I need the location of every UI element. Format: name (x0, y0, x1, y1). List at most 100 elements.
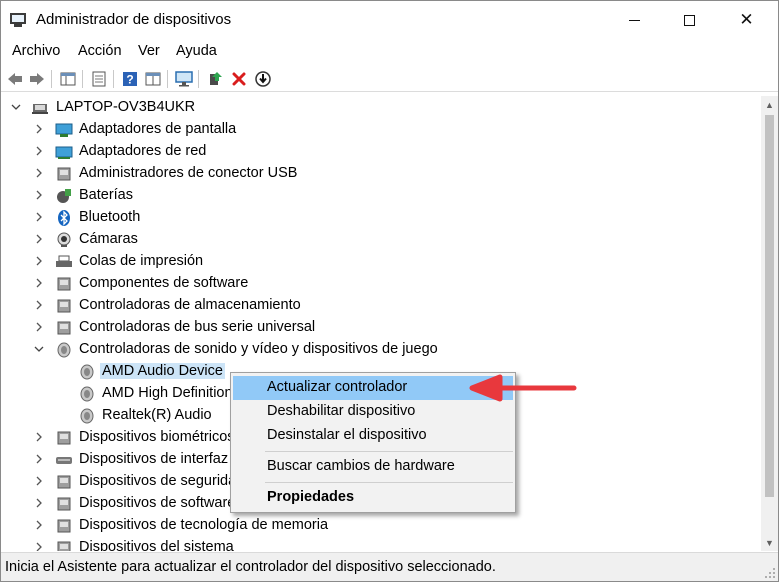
biometric-icon (55, 430, 73, 446)
update-driver-icon (210, 72, 222, 85)
software-component-icon (55, 276, 73, 292)
menu-accion[interactable]: Acción (78, 43, 122, 59)
view-button[interactable] (143, 69, 163, 89)
expand-chevron-icon[interactable] (33, 321, 45, 333)
expand-chevron-icon[interactable] (33, 453, 45, 465)
tree-item-label: Dispositivos biométricos (79, 429, 235, 445)
tree-item-category[interactable]: Componentes de software (1, 273, 741, 295)
expand-chevron-icon[interactable] (33, 211, 45, 223)
menu-bar: Archivo Acción Ver Ayuda (1, 41, 778, 63)
vertical-scrollbar[interactable]: ▲ ▼ (761, 96, 778, 551)
maximize-button[interactable] (662, 1, 717, 39)
expand-chevron-icon[interactable] (33, 475, 45, 487)
expand-chevron-icon[interactable] (33, 145, 45, 157)
tree-item-label: Controladoras de sonido y vídeo y dispos… (79, 341, 438, 357)
bluetooth-icon (55, 210, 73, 226)
security-device-icon (55, 474, 73, 490)
tree-item-label: Dispositivos del sistema (79, 539, 234, 551)
uninstall-button[interactable] (229, 69, 249, 89)
tree-item-label: Baterías (79, 187, 133, 203)
close-button[interactable]: ✕ (719, 1, 774, 39)
device-manager-window: Administrador de dispositivos ✕ Archivo … (0, 0, 779, 582)
display-adapter-icon (55, 122, 73, 138)
tree-item-category[interactable]: Controladoras de bus serie universal (1, 317, 741, 339)
download-icon (255, 71, 271, 87)
network-adapter-icon (55, 144, 73, 160)
expand-chevron-icon[interactable] (33, 519, 45, 531)
tree-item-label: Cámaras (79, 231, 138, 247)
battery-icon (55, 188, 73, 204)
minimize-icon (629, 19, 640, 21)
properties-icon (92, 71, 106, 87)
collapse-chevron-icon[interactable] (10, 101, 22, 113)
menu-scan-hardware[interactable]: Buscar cambios de hardware (233, 455, 513, 479)
properties-button[interactable] (89, 69, 109, 89)
menu-uninstall-device-label: Desinstalar el dispositivo (267, 427, 427, 443)
collapse-chevron-icon[interactable] (33, 343, 45, 355)
minimize-button[interactable] (607, 1, 662, 39)
computer-name: LAPTOP-OV3B4UKR (56, 99, 196, 115)
tree-item-category[interactable]: Adaptadores de pantalla (1, 119, 741, 141)
camera-icon (55, 232, 73, 248)
tree-item-category[interactable]: Colas de impresión (1, 251, 741, 273)
expand-chevron-icon[interactable] (33, 431, 45, 443)
expand-chevron-icon[interactable] (33, 277, 45, 289)
tree-item-label: Adaptadores de pantalla (79, 121, 237, 137)
printer-icon (55, 254, 73, 270)
menu-properties-label: Propiedades (267, 489, 355, 505)
expand-chevron-icon[interactable] (33, 497, 45, 509)
resize-grip-icon[interactable] (764, 567, 776, 579)
menu-archivo[interactable]: Archivo (12, 43, 60, 59)
back-button[interactable] (5, 69, 25, 89)
svg-text:?: ? (126, 73, 133, 87)
tree-item-label: Bluetooth (79, 209, 141, 225)
menu-ayuda[interactable]: Ayuda (176, 43, 217, 59)
tree-item-category[interactable]: Administradores de conector USB (1, 163, 741, 185)
status-bar: Inicia el Asistente para actualizar el c… (1, 552, 778, 581)
menu-disable-device[interactable]: Deshabilitar dispositivo (233, 400, 513, 424)
expand-chevron-icon[interactable] (33, 541, 45, 551)
download-button[interactable] (253, 69, 273, 89)
expand-chevron-icon[interactable] (33, 255, 45, 267)
tree-item-category[interactable]: Controladoras de sonido y vídeo y dispos… (1, 339, 741, 361)
tree-item-category[interactable]: Bluetooth (1, 207, 741, 229)
tree-item-category[interactable]: Adaptadores de red (1, 141, 741, 163)
menu-uninstall-device[interactable]: Desinstalar el dispositivo (233, 424, 513, 448)
menu-disable-device-label: Deshabilitar dispositivo (267, 403, 416, 419)
expand-chevron-icon[interactable] (33, 123, 45, 135)
scroll-up-icon[interactable]: ▲ (761, 96, 778, 113)
menu-update-driver-label: Actualizar controlador (267, 379, 408, 395)
tree-item-label: Controladoras de almacenamiento (79, 297, 301, 313)
scrollbar-thumb[interactable] (765, 115, 774, 497)
console-tree-button[interactable] (58, 69, 78, 89)
usb-controller-icon (55, 320, 73, 336)
maximize-icon (684, 14, 695, 26)
expand-chevron-icon[interactable] (33, 299, 45, 311)
title-bar[interactable]: Administrador de dispositivos ✕ (1, 1, 778, 39)
forward-icon (30, 73, 44, 85)
tree-root[interactable]: LAPTOP-OV3B4UKR (1, 97, 741, 119)
tree-item-category[interactable]: Controladoras de almacenamiento (1, 295, 741, 317)
device-manager-app-icon (9, 12, 27, 28)
tree-item-category[interactable]: Dispositivos del sistema (1, 537, 741, 551)
software-device-icon (55, 496, 73, 512)
menu-separator (265, 451, 513, 452)
tree-item-category[interactable]: Cámaras (1, 229, 741, 251)
tree-item-label: Dispositivos de tecnología de memoria (79, 517, 329, 533)
speaker-icon (78, 386, 96, 402)
expand-chevron-icon[interactable] (33, 167, 45, 179)
update-driver-button[interactable] (205, 69, 225, 89)
close-icon: ✕ (739, 10, 754, 29)
tree-item-category[interactable]: Dispositivos de tecnología de memoria (1, 515, 741, 537)
tree-item-category[interactable]: Baterías (1, 185, 741, 207)
forward-button[interactable] (27, 69, 47, 89)
help-icon: ? (123, 72, 137, 87)
menu-ver[interactable]: Ver (138, 43, 160, 59)
expand-chevron-icon[interactable] (33, 189, 45, 201)
monitor-button[interactable] (174, 69, 194, 89)
expand-chevron-icon[interactable] (33, 233, 45, 245)
scroll-down-icon[interactable]: ▼ (761, 534, 778, 551)
menu-properties[interactable]: Propiedades (233, 486, 513, 510)
tree-item-label: Dispositivos de software (79, 495, 236, 511)
help-button[interactable]: ? (120, 69, 140, 89)
